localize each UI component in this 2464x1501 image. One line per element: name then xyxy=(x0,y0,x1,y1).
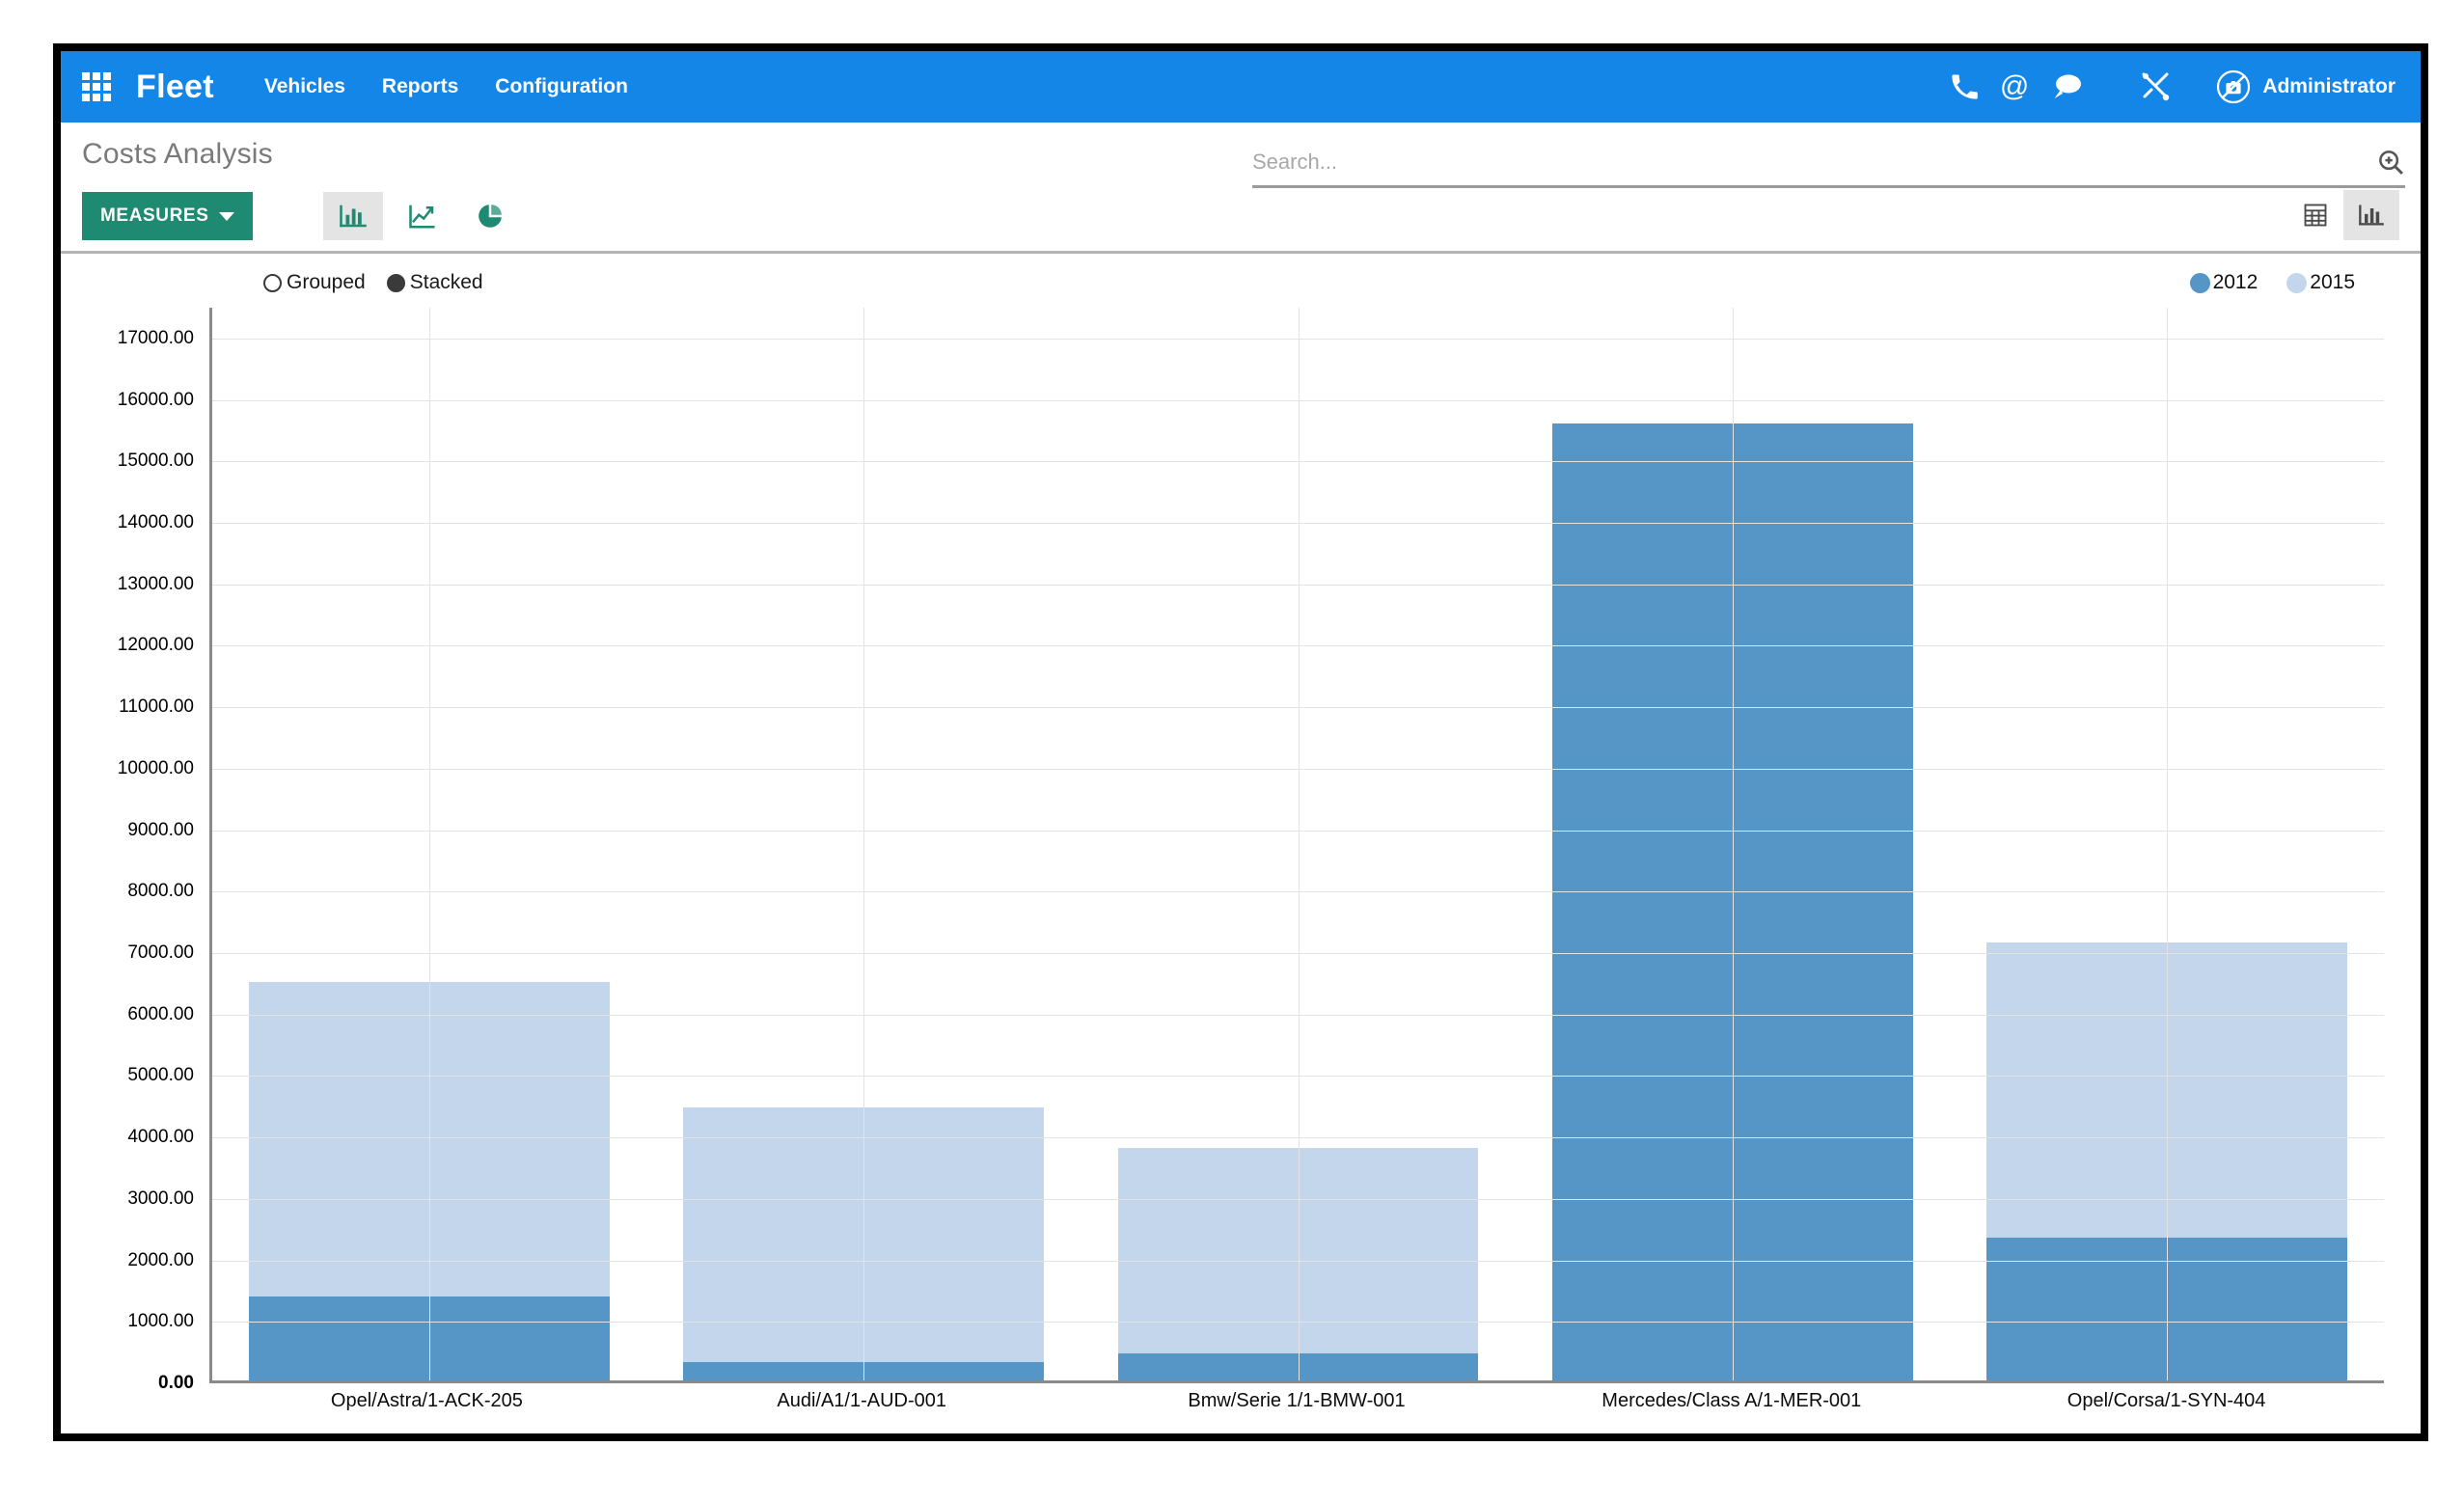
series-legend: 2012 2015 xyxy=(2161,271,2355,294)
y-axis-tick-label: 6000.00 xyxy=(127,1004,194,1025)
navbar-right-group: @ xyxy=(1950,69,2421,104)
y-axis-tick-label: 17000.00 xyxy=(118,328,194,349)
tools-icon[interactable] xyxy=(2139,70,2172,103)
chevron-down-icon xyxy=(219,212,234,221)
x-axis-labels: Opel/Astra/1-ACK-205 Audi/A1/1-AUD-001 Bmw… xyxy=(209,1390,2384,1429)
view-toggle-group xyxy=(2287,190,2399,240)
radio-stacked[interactable]: Stacked xyxy=(387,271,483,294)
y-axis-labels: 17000.00 16000.00 15000.00 14000.00 13000.00… xyxy=(88,308,202,1383)
y-axis-tick-label: 1000.00 xyxy=(127,1311,194,1332)
legend-label: 2015 xyxy=(2310,271,2355,294)
vertical-gridline xyxy=(1299,308,1300,1380)
y-axis-tick-label: 12000.00 xyxy=(118,635,194,656)
x-axis-tick-label: Bmw/Serie 1/1-BMW-001 xyxy=(1188,1390,1405,1412)
y-axis-tick-label: 8000.00 xyxy=(127,881,194,902)
radio-dot-icon xyxy=(263,274,282,292)
plot-grid-area xyxy=(209,308,2384,1383)
legend-swatch-icon xyxy=(2190,273,2210,293)
x-axis-tick-label: Audi/A1/1-AUD-001 xyxy=(777,1390,946,1412)
y-axis-tick-label: 11000.00 xyxy=(119,696,194,718)
search-bar xyxy=(1252,138,2405,188)
x-axis-tick-label: Opel/Astra/1-ACK-205 xyxy=(331,1390,523,1412)
vertical-gridline xyxy=(2167,308,2168,1380)
stacking-mode-radio-group: Grouped Stacked xyxy=(263,271,505,294)
y-axis-tick-label: 7000.00 xyxy=(127,942,194,964)
nav-link-vehicles[interactable]: Vehicles xyxy=(264,75,345,98)
legend-label: 2012 xyxy=(2213,271,2259,294)
window-border: Fleet Vehicles Reports Configuration @ xyxy=(53,43,2428,1441)
chart-legend-row: Grouped Stacked 2012 2015 xyxy=(61,254,2421,308)
chat-bubble-icon[interactable] xyxy=(2050,72,2083,101)
y-axis-tick-label: 15000.00 xyxy=(118,450,194,472)
screenshot-frame: Fleet Vehicles Reports Configuration @ xyxy=(0,0,2464,1501)
y-axis-tick-label: 10000.00 xyxy=(118,758,194,779)
y-axis-tick-label: 4000.00 xyxy=(127,1127,194,1148)
brand-title[interactable]: Fleet xyxy=(136,68,214,106)
x-axis-tick-label: Opel/Corsa/1-SYN-404 xyxy=(2067,1390,2266,1412)
bar-chart-icon[interactable] xyxy=(323,192,383,240)
legend-item-2012[interactable]: 2012 xyxy=(2190,271,2259,294)
line-chart-icon[interactable] xyxy=(393,192,452,240)
search-input[interactable] xyxy=(1252,150,2376,175)
measures-button[interactable]: MEASURES xyxy=(82,192,253,240)
graph-view-icon[interactable] xyxy=(2343,190,2399,240)
vertical-gridline xyxy=(429,308,430,1380)
x-axis-tick-label: Mercedes/Class A/1-MER-001 xyxy=(1602,1390,1861,1412)
grid-apps-icon[interactable] xyxy=(82,72,111,101)
user-name-label[interactable]: Administrator xyxy=(2262,75,2396,98)
magnifier-plus-icon[interactable] xyxy=(2376,148,2405,177)
y-axis-tick-label: 5000.00 xyxy=(127,1065,194,1086)
y-axis-tick-label: 16000.00 xyxy=(118,390,194,411)
top-navbar: Fleet Vehicles Reports Configuration @ xyxy=(61,51,2421,123)
control-bar: Costs Analysis MEASURES xyxy=(61,123,2421,254)
nav-link-reports[interactable]: Reports xyxy=(382,75,458,98)
application-window: Fleet Vehicles Reports Configuration @ xyxy=(61,51,2421,1433)
radio-label: Stacked xyxy=(410,271,483,294)
at-icon[interactable]: @ xyxy=(2000,72,2029,101)
legend-item-2015[interactable]: 2015 xyxy=(2286,271,2355,294)
y-axis-tick-label: 2000.00 xyxy=(127,1250,194,1271)
chart-panel: Grouped Stacked 2012 2015 17000.00 16000.00… xyxy=(61,254,2421,1402)
y-axis-tick-label: 3000.00 xyxy=(127,1188,194,1210)
y-axis-tick-label: 13000.00 xyxy=(118,574,194,595)
radio-dot-icon xyxy=(387,274,405,292)
pie-chart-icon[interactable] xyxy=(460,192,520,240)
table-view-icon[interactable] xyxy=(2287,190,2343,240)
page-title: Costs Analysis xyxy=(82,138,273,171)
legend-swatch-icon xyxy=(2286,273,2307,293)
y-axis-tick-label: 0.00 xyxy=(158,1373,194,1394)
nav-link-configuration[interactable]: Configuration xyxy=(495,75,628,98)
measures-button-label: MEASURES xyxy=(100,205,208,227)
radio-label: Grouped xyxy=(287,271,366,294)
y-axis-tick-label: 14000.00 xyxy=(118,512,194,533)
chart-plot: 17000.00 16000.00 15000.00 14000.00 13000.00… xyxy=(88,308,2384,1398)
vertical-gridline xyxy=(1733,308,1734,1380)
radio-grouped[interactable]: Grouped xyxy=(263,271,366,294)
avatar-no-photo-icon[interactable] xyxy=(2216,69,2251,104)
vertical-gridline xyxy=(863,308,864,1380)
phone-icon[interactable] xyxy=(1950,72,1979,101)
y-axis-tick-label: 9000.00 xyxy=(127,820,194,841)
